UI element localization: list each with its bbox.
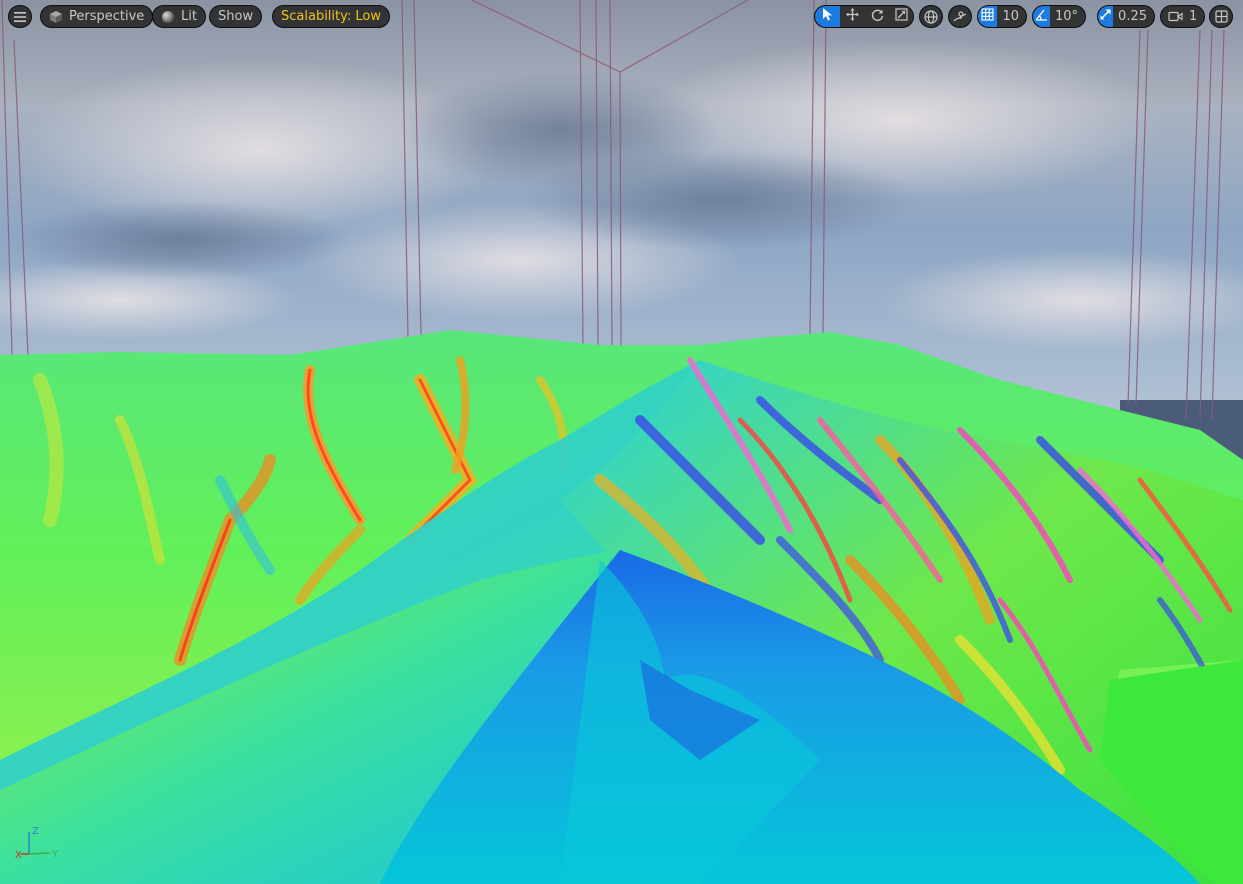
scalability-button[interactable]: Scalability: Low	[272, 5, 390, 28]
rotation-snap-toggle[interactable]	[1033, 6, 1050, 27]
level-viewport[interactable]: Perspective Lit Show Scalability: Low 10…	[0, 0, 1243, 884]
terrain-scene	[0, 0, 1243, 884]
view-mode-button[interactable]: Perspective	[40, 5, 154, 28]
rotate-tool-button[interactable]	[865, 6, 889, 27]
surface-snapping-button[interactable]	[948, 5, 972, 28]
cube-icon	[49, 10, 63, 24]
grid-icon	[981, 8, 994, 25]
surface-snap-icon	[953, 10, 967, 24]
axis-indicator: Z Y X	[15, 826, 59, 861]
viewport-layout-button[interactable]	[1209, 5, 1233, 28]
rotate-icon	[871, 8, 884, 25]
transform-tools-group	[814, 5, 914, 28]
sphere-icon	[161, 10, 175, 24]
lighting-mode-label: Lit	[181, 9, 197, 24]
hamburger-icon	[14, 11, 26, 22]
viewport-menu-button[interactable]	[8, 5, 32, 28]
lighting-mode-button[interactable]: Lit	[152, 5, 206, 28]
camera-speed-value: 1	[1189, 9, 1198, 24]
camera-speed-button[interactable]: 1	[1160, 5, 1206, 28]
globe-icon	[924, 9, 938, 24]
camera-icon	[1168, 11, 1183, 22]
grid-snap-toggle[interactable]	[978, 6, 998, 27]
show-flags-label: Show	[218, 9, 254, 24]
select-arrow-icon	[822, 8, 833, 25]
translate-tool-button[interactable]	[840, 6, 865, 27]
axis-z-label: Z	[32, 826, 39, 837]
scalability-label: Scalability: Low	[281, 9, 381, 24]
scale-tool-button[interactable]	[889, 6, 913, 27]
scale-snap-toggle[interactable]	[1098, 6, 1114, 27]
viewport-layout-icon	[1214, 10, 1228, 23]
view-mode-label: Perspective	[69, 9, 145, 24]
rotation-snap-group: 10°	[1032, 5, 1086, 28]
translate-icon	[846, 8, 859, 25]
scale-arrow-icon	[1099, 8, 1112, 25]
scale-icon	[894, 8, 908, 25]
axis-y-label: Y	[51, 849, 59, 860]
angle-icon	[1035, 8, 1048, 25]
grid-snap-group: 10	[977, 5, 1027, 28]
rotation-snap-value[interactable]: 10°	[1050, 6, 1085, 27]
axis-x-label: X	[15, 850, 22, 861]
show-flags-button[interactable]: Show	[209, 5, 263, 28]
grid-snap-value[interactable]: 10	[997, 6, 1026, 27]
axis-y-line	[28, 852, 51, 855]
select-tool-button[interactable]	[815, 6, 840, 27]
scale-snap-value[interactable]: 0.25	[1113, 6, 1154, 27]
scale-snap-group: 0.25	[1097, 5, 1155, 28]
coordinate-system-button[interactable]	[919, 5, 943, 28]
